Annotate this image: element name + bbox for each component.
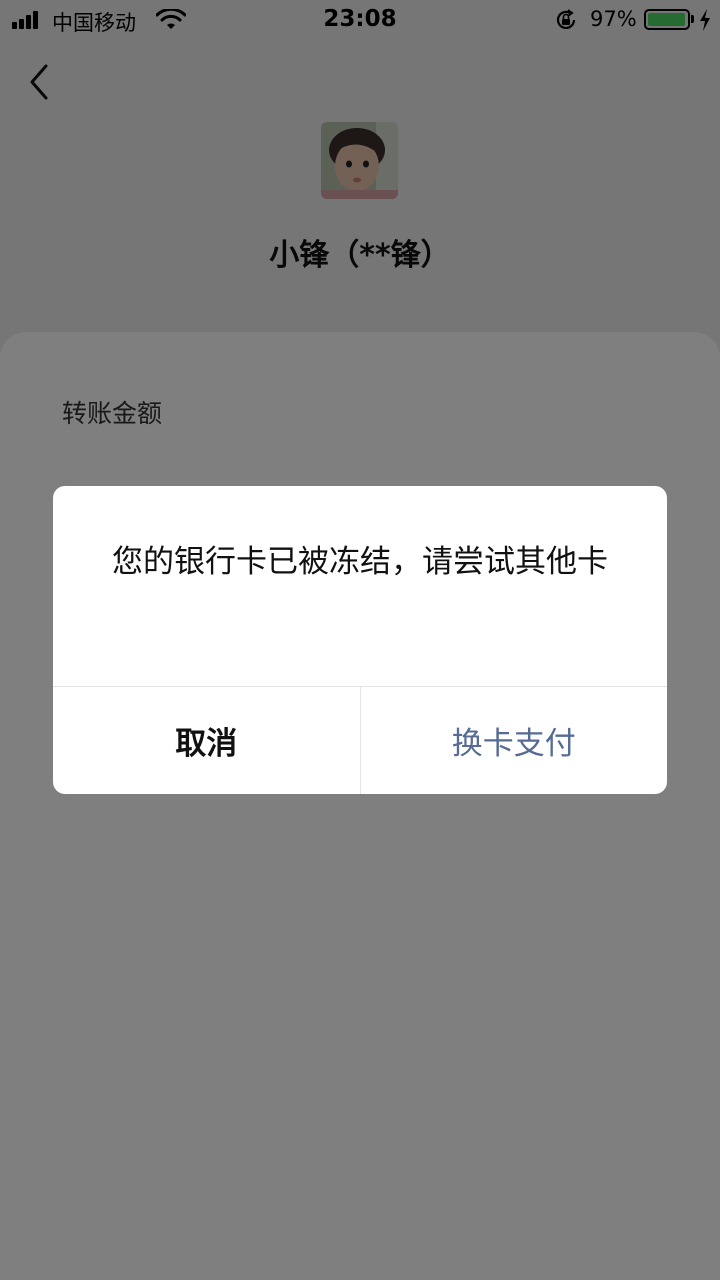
dialog-message: 您的银行卡已被冻结，请尝试其他卡 <box>112 544 608 580</box>
alert-dialog: 您的银行卡已被冻结，请尝试其他卡 取消 换卡支付 <box>53 486 667 794</box>
dialog-actions: 取消 换卡支付 <box>53 686 667 794</box>
change-card-pay-button[interactable]: 换卡支付 <box>361 687 668 794</box>
cancel-button[interactable]: 取消 <box>53 687 361 794</box>
